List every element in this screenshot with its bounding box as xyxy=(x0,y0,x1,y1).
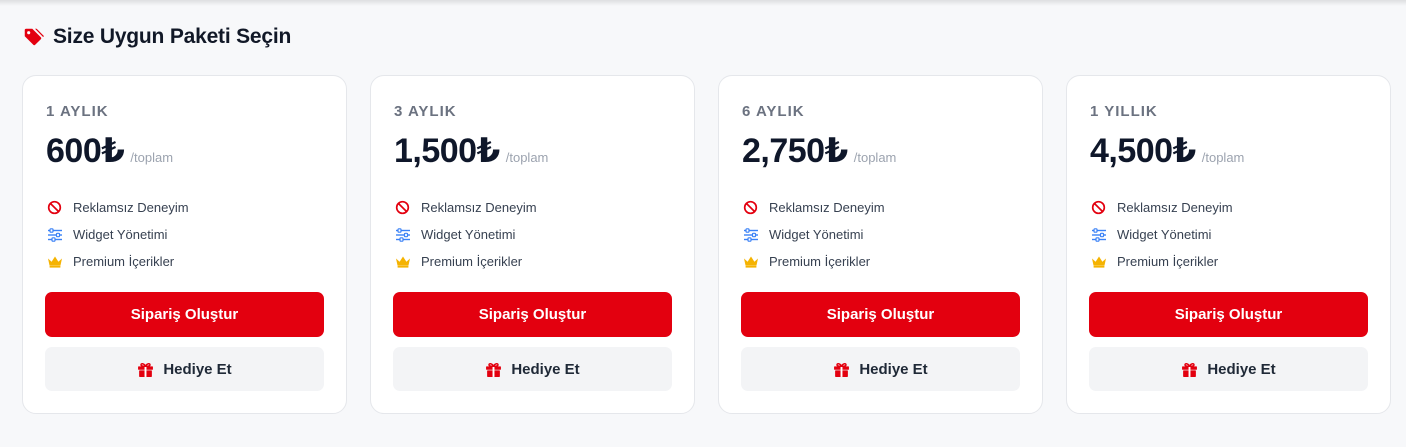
pricing-card: 1 YILLIK 4,500₺ /toplam Reklamsız Deneyi… xyxy=(1066,75,1391,414)
feature-item: Reklamsız Deneyim xyxy=(46,194,189,221)
crown-icon xyxy=(394,253,411,270)
feature-label: Reklamsız Deneyim xyxy=(73,200,189,215)
feature-list: Reklamsız Deneyim Widget Yönetimi Premiu… xyxy=(742,194,885,275)
sliders-icon xyxy=(1090,226,1107,243)
pricing-card: 6 AYLIK 2,750₺ /toplam Reklamsız Deneyim… xyxy=(718,75,1043,414)
feature-item: Reklamsız Deneyim xyxy=(394,194,537,221)
price-row: 4,500₺ /toplam xyxy=(1090,131,1244,171)
gift-button[interactable]: Hediye Et xyxy=(1089,347,1368,391)
crown-icon xyxy=(46,253,63,270)
pricing-card: 1 AYLIK 600₺ /toplam Reklamsız Deneyim W… xyxy=(22,75,347,414)
crown-icon xyxy=(742,253,759,270)
crown-icon xyxy=(1090,253,1107,270)
ban-icon xyxy=(394,199,411,216)
feature-item: Widget Yönetimi xyxy=(1090,221,1233,248)
price-row: 2,750₺ /toplam xyxy=(742,131,896,171)
feature-item: Widget Yönetimi xyxy=(394,221,537,248)
feature-item: Premium İçerikler xyxy=(742,248,885,275)
plan-name: 3 AYLIK xyxy=(394,103,457,120)
gift-button[interactable]: Hediye Et xyxy=(45,347,324,391)
feature-label: Reklamsız Deneyim xyxy=(1117,200,1233,215)
sliders-icon xyxy=(742,226,759,243)
feature-label: Premium İçerikler xyxy=(1117,254,1219,269)
feature-item: Widget Yönetimi xyxy=(742,221,885,248)
gift-icon xyxy=(485,361,502,378)
top-bar-shadow xyxy=(0,0,1406,6)
feature-list: Reklamsız Deneyim Widget Yönetimi Premiu… xyxy=(46,194,189,275)
section-header: Size Uygun Paketi Seçin xyxy=(22,25,291,49)
price-suffix: /toplam xyxy=(505,150,549,165)
feature-list: Reklamsız Deneyim Widget Yönetimi Premiu… xyxy=(394,194,537,275)
gift-button[interactable]: Hediye Et xyxy=(393,347,672,391)
plan-price: 4,500₺ xyxy=(1090,132,1196,170)
pricing-card: 3 AYLIK 1,500₺ /toplam Reklamsız Deneyim… xyxy=(370,75,695,414)
feature-label: Widget Yönetimi xyxy=(73,227,168,242)
gift-icon xyxy=(833,361,850,378)
feature-list: Reklamsız Deneyim Widget Yönetimi Premiu… xyxy=(1090,194,1233,275)
feature-label: Widget Yönetimi xyxy=(1117,227,1212,242)
plan-price: 2,750₺ xyxy=(742,132,848,170)
order-button[interactable]: Sipariş Oluştur xyxy=(393,292,672,337)
feature-label: Reklamsız Deneyim xyxy=(421,200,537,215)
section-title: Size Uygun Paketi Seçin xyxy=(53,25,292,48)
sliders-icon xyxy=(46,226,63,243)
ban-icon xyxy=(742,199,759,216)
feature-item: Widget Yönetimi xyxy=(46,221,189,248)
ban-icon xyxy=(46,199,63,216)
price-row: 1,500₺ /toplam xyxy=(394,131,548,171)
sliders-icon xyxy=(394,226,411,243)
feature-label: Reklamsız Deneyim xyxy=(769,200,885,215)
ban-icon xyxy=(1090,199,1107,216)
plan-name: 6 AYLIK xyxy=(742,103,805,120)
gift-icon xyxy=(137,361,154,378)
feature-item: Premium İçerikler xyxy=(394,248,537,275)
tag-icon xyxy=(22,26,44,48)
feature-item: Reklamsız Deneyim xyxy=(742,194,885,221)
gift-icon xyxy=(1181,361,1198,378)
feature-label: Widget Yönetimi xyxy=(769,227,864,242)
feature-label: Premium İçerikler xyxy=(421,254,523,269)
gift-label: Hediye Et xyxy=(859,360,928,378)
plan-price: 1,500₺ xyxy=(394,132,500,170)
gift-label: Hediye Et xyxy=(1207,360,1276,378)
price-suffix: /toplam xyxy=(130,150,174,165)
plan-price: 600₺ xyxy=(46,132,125,170)
gift-label: Hediye Et xyxy=(163,360,232,378)
plan-name: 1 AYLIK xyxy=(46,103,109,120)
gift-label: Hediye Et xyxy=(511,360,580,378)
price-row: 600₺ /toplam xyxy=(46,131,173,171)
feature-item: Premium İçerikler xyxy=(46,248,189,275)
order-button[interactable]: Sipariş Oluştur xyxy=(45,292,324,337)
feature-item: Reklamsız Deneyim xyxy=(1090,194,1233,221)
plan-name: 1 YILLIK xyxy=(1090,103,1158,120)
feature-item: Premium İçerikler xyxy=(1090,248,1233,275)
order-button[interactable]: Sipariş Oluştur xyxy=(1089,292,1368,337)
price-suffix: /toplam xyxy=(1201,150,1245,165)
feature-label: Premium İçerikler xyxy=(769,254,871,269)
feature-label: Widget Yönetimi xyxy=(421,227,516,242)
price-suffix: /toplam xyxy=(853,150,897,165)
gift-button[interactable]: Hediye Et xyxy=(741,347,1020,391)
order-button[interactable]: Sipariş Oluştur xyxy=(741,292,1020,337)
feature-label: Premium İçerikler xyxy=(73,254,175,269)
pricing-cards: 1 AYLIK 600₺ /toplam Reklamsız Deneyim W… xyxy=(22,75,1391,414)
